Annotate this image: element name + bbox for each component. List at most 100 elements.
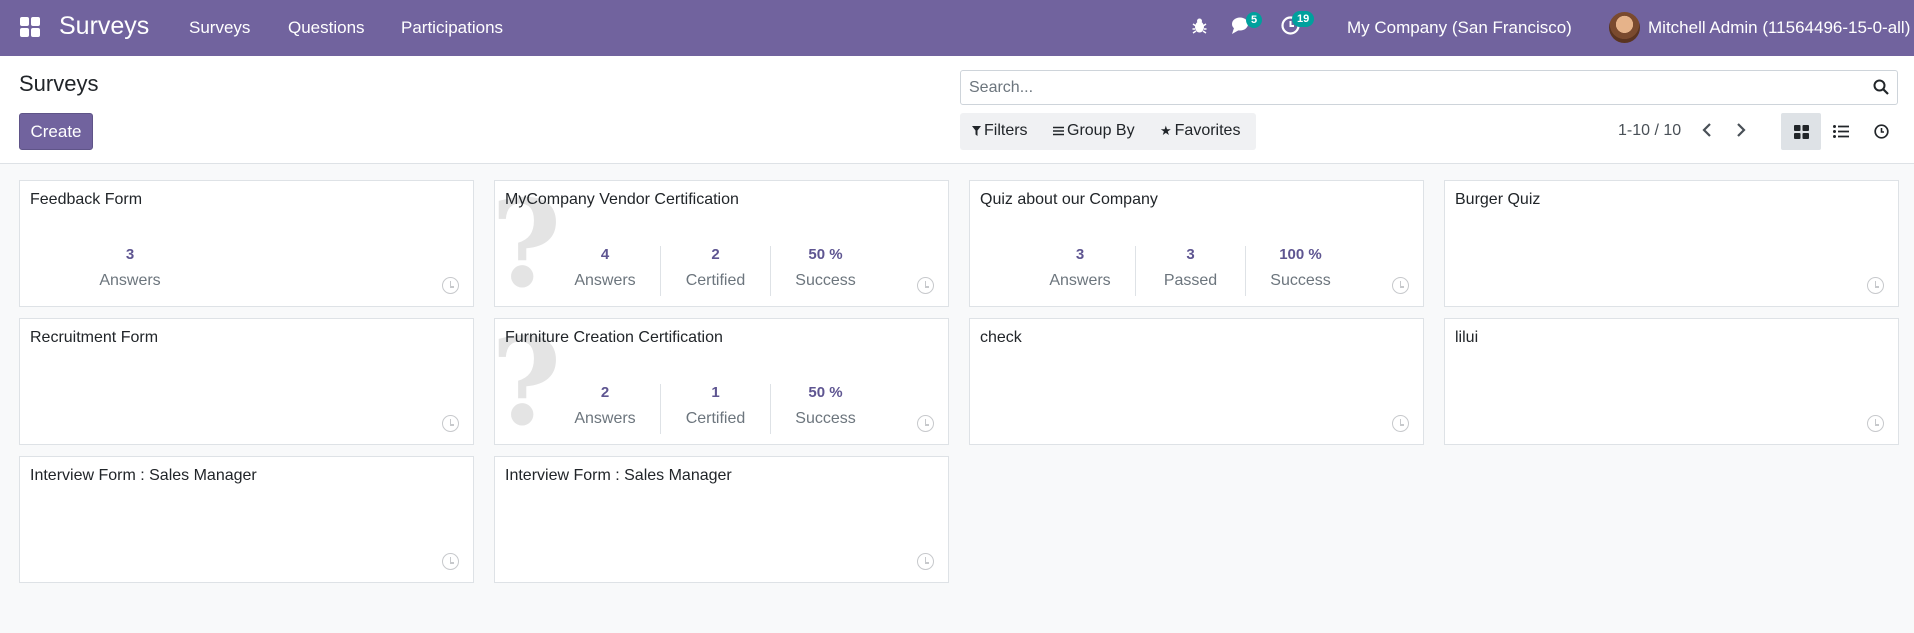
stat-value: 2 [711,246,720,263]
pager-next-icon[interactable] [1736,122,1746,143]
activity-clock-icon[interactable] [917,553,934,570]
stat-label: Success [795,272,856,289]
menu-participations[interactable]: Participations [401,18,503,38]
control-panel: Surveys Create Filters Group By ★ Favori… [0,56,1914,164]
survey-card[interactable]: Interview Form : Sales Manager [19,456,474,583]
survey-card-title: Quiz about our Company [980,191,1158,208]
pager-previous-icon[interactable] [1702,122,1712,143]
survey-card[interactable]: Interview Form : Sales Manager [494,456,949,583]
apps-grid-icon[interactable] [20,17,40,37]
stat-value: 2 [600,384,610,401]
activity-clock-icon[interactable] [917,415,934,432]
stat-value: 100 % [1279,246,1322,263]
survey-card-title: Furniture Creation Certification [505,329,723,346]
groupby-button[interactable]: Group By [1053,122,1135,140]
stat-value: 3 [1186,246,1195,263]
survey-card-title: Burger Quiz [1455,191,1541,208]
activity-clock-icon[interactable] [442,415,459,432]
favorites-button[interactable]: ★ Favorites [1160,122,1240,140]
menu-surveys[interactable]: Surveys [189,18,250,38]
stat-value: 3 [125,246,135,263]
survey-card-title: check [980,329,1022,346]
survey-card[interactable]: Feedback Form 3 Answers [19,180,474,307]
stat-label: Passed [1163,272,1218,289]
funnel-icon [972,126,981,136]
survey-card[interactable]: ? Furniture Creation Certification 2 Answer… [494,318,949,445]
bug-icon[interactable] [1192,17,1207,39]
stat-value: 3 [1075,246,1085,263]
survey-card[interactable]: Recruitment Form [19,318,474,445]
survey-card[interactable]: Burger Quiz [1444,180,1899,307]
stat-label: Success [795,410,856,427]
survey-card[interactable]: lilui [1444,318,1899,445]
stat-answers[interactable]: 2 Answers [550,384,660,428]
stat-success[interactable]: 50 % Success [770,246,880,296]
stat-value: 50 % [808,384,843,401]
search-icon[interactable] [1873,79,1889,95]
kanban-view-button[interactable] [1781,113,1821,150]
stat-certified[interactable]: 1 Certified [660,384,770,434]
survey-card-title: lilui [1455,329,1479,346]
survey-stats: 3 Answers 3 Passed 100 % Success [970,246,1423,302]
user-menu[interactable]: Mitchell Admin (11564496-15-0-all) [1648,18,1910,38]
star-icon: ★ [1160,123,1172,138]
stat-label: Success [1270,272,1331,289]
list-view-icon [1833,125,1849,138]
activity-clock-icon[interactable] [1867,415,1884,432]
survey-card-title: Recruitment Form [30,329,159,346]
survey-card-title: Feedback Form [30,191,143,208]
activity-clock-icon[interactable] [917,277,934,294]
stat-certified[interactable]: 2 Certified [660,246,770,296]
pager-value[interactable]: 1-10 / 10 [1618,122,1681,140]
messages-badge: 5 [1246,12,1263,28]
filters-button[interactable]: Filters [972,122,1028,140]
survey-stats: 2 Answers 1 Certified 50 % Success [495,384,948,440]
survey-card[interactable]: Quiz about our Company 3 Answers 3 Passed 100… [969,180,1424,307]
activity-clock-icon[interactable] [1392,277,1409,294]
groupby-label: Group By [1067,122,1135,139]
stat-value: 1 [711,384,720,401]
stat-answers[interactable]: 3 Answers [1025,246,1135,290]
stat-answers[interactable]: 4 Answers [550,246,660,290]
activities-badge: 19 [1292,11,1315,27]
create-button[interactable]: Create [19,113,93,150]
menu-questions[interactable]: Questions [288,18,365,38]
survey-stats: 3 Answers [20,246,473,302]
list-view-button[interactable] [1821,113,1861,150]
stat-value: 50 % [808,246,843,263]
survey-card-title: Interview Form : Sales Manager [30,467,257,484]
stat-success[interactable]: 100 % Success [1245,246,1355,296]
activity-clock-icon[interactable] [1392,415,1409,432]
stat-label: Answers [99,272,161,289]
survey-card-title: MyCompany Vendor Certification [505,191,739,208]
user-avatar[interactable] [1609,12,1640,43]
stat-label: Certified [685,410,746,427]
list-icon [1053,126,1064,136]
activity-clock-icon[interactable] [442,277,459,294]
stat-value: 4 [600,246,610,263]
stat-label: Certified [685,272,746,289]
page-title: Surveys [19,71,99,96]
stat-success[interactable]: 50 % Success [770,384,880,434]
activity-view-button[interactable] [1861,113,1901,150]
kanban-icon [1793,124,1809,139]
survey-card[interactable]: check [969,318,1424,445]
company-switcher[interactable]: My Company (San Francisco) [1347,18,1572,38]
favorites-label: Favorites [1174,122,1241,139]
filters-label: Filters [984,122,1028,139]
clock-icon [1873,124,1889,139]
survey-stats: 4 Answers 2 Certified 50 % Success [495,246,948,302]
activity-clock-icon[interactable] [442,553,459,570]
survey-card[interactable]: ? MyCompany Vendor Certification 4 Answers 2… [494,180,949,307]
stat-passed[interactable]: 3 Passed [1135,246,1245,296]
app-brand[interactable]: Surveys [59,12,149,41]
search-box [960,70,1898,105]
stat-label: Answers [574,272,636,289]
search-input[interactable] [969,71,1849,104]
survey-card-title: Interview Form : Sales Manager [505,467,732,484]
top-navbar: Surveys Surveys Questions Participations… [0,0,1914,56]
activity-clock-icon[interactable] [1867,277,1884,294]
stat-label: Answers [574,410,636,427]
stat-label: Answers [1049,272,1111,289]
stat-answers[interactable]: 3 Answers [75,246,185,290]
